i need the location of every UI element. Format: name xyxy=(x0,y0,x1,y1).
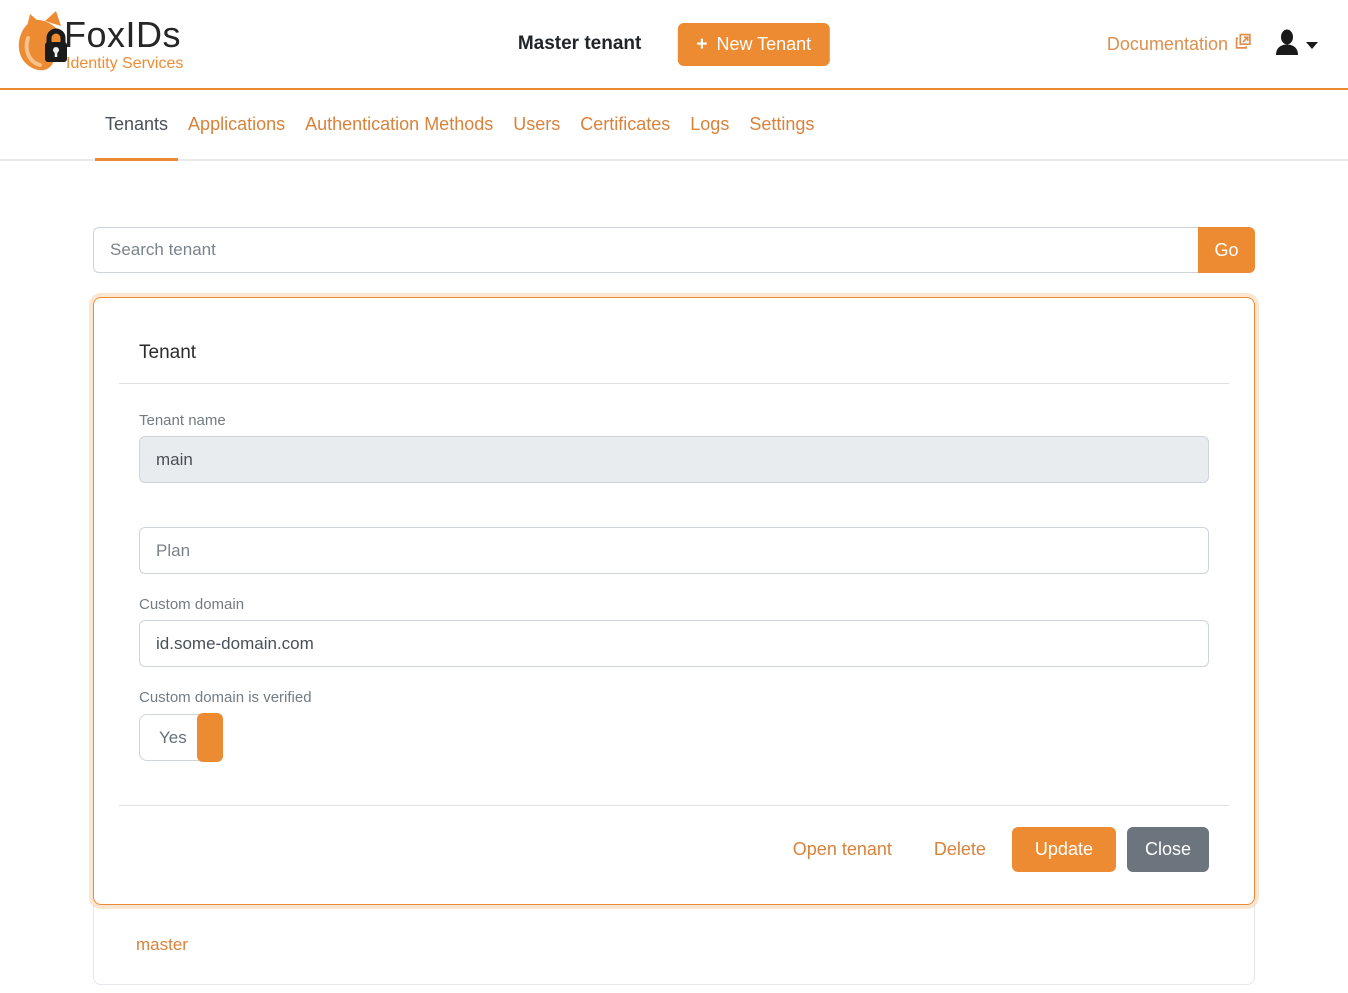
brand-text: FoxIDs Identity Services xyxy=(64,17,183,73)
documentation-link[interactable]: Documentation xyxy=(1107,33,1252,55)
tab-authentication-methods[interactable]: Authentication Methods xyxy=(295,90,503,159)
app-header: FoxIDs Identity Services Master tenant +… xyxy=(0,0,1348,90)
tab-users[interactable]: Users xyxy=(503,90,570,159)
brand-name: FoxIDs xyxy=(64,17,183,53)
delete-link[interactable]: Delete xyxy=(934,839,986,860)
plan-input[interactable] xyxy=(139,527,1209,574)
search-go-button[interactable]: Go xyxy=(1198,227,1255,273)
main-nav: Tenants Applications Authentication Meth… xyxy=(0,90,1348,161)
custom-domain-verified-label: Custom domain is verified xyxy=(139,689,1209,706)
close-button[interactable]: Close xyxy=(1127,827,1209,872)
search-input[interactable] xyxy=(93,227,1198,273)
new-tenant-button[interactable]: + New Tenant xyxy=(677,23,830,66)
tenant-detail-card: Tenant Tenant name Custom domain Custom … xyxy=(93,297,1255,905)
fox-logo-icon xyxy=(16,10,70,79)
open-tenant-link[interactable]: Open tenant xyxy=(793,839,892,860)
custom-domain-verified-toggle[interactable]: Yes xyxy=(139,714,222,761)
tab-logs[interactable]: Logs xyxy=(680,90,739,159)
toggle-state-label: Yes xyxy=(140,728,187,748)
plus-icon: + xyxy=(696,35,707,54)
tenant-card-title: Tenant xyxy=(94,298,1254,383)
new-tenant-label: New Tenant xyxy=(716,34,811,55)
tenant-list: master xyxy=(93,905,1255,985)
tenant-search-group: Go xyxy=(93,227,1255,273)
page-title: Master tenant xyxy=(518,33,642,55)
tenant-card-footer: Open tenant Delete Update Close xyxy=(94,806,1254,904)
brand-tagline: Identity Services xyxy=(66,55,183,73)
tab-settings[interactable]: Settings xyxy=(739,90,824,159)
tab-applications[interactable]: Applications xyxy=(178,90,295,159)
tenant-name-input xyxy=(139,436,1209,483)
custom-domain-input[interactable] xyxy=(139,620,1209,667)
toggle-knob xyxy=(197,713,223,762)
documentation-label: Documentation xyxy=(1107,34,1228,55)
tenant-list-item-master[interactable]: master xyxy=(94,905,1254,984)
update-button[interactable]: Update xyxy=(1012,827,1116,872)
main-content: Go Tenant Tenant name Custom domain Cust… xyxy=(93,227,1255,985)
divider xyxy=(119,383,1229,384)
tab-tenants[interactable]: Tenants xyxy=(95,90,178,159)
brand-logo[interactable]: FoxIDs Identity Services xyxy=(16,10,183,79)
tenant-name-label: Tenant name xyxy=(139,412,1209,429)
tab-certificates[interactable]: Certificates xyxy=(570,90,680,159)
user-menu-dropdown[interactable] xyxy=(1274,28,1318,60)
user-icon xyxy=(1274,28,1300,60)
caret-down-icon xyxy=(1306,42,1318,49)
external-link-icon xyxy=(1235,33,1252,55)
custom-domain-label: Custom domain xyxy=(139,596,1209,613)
